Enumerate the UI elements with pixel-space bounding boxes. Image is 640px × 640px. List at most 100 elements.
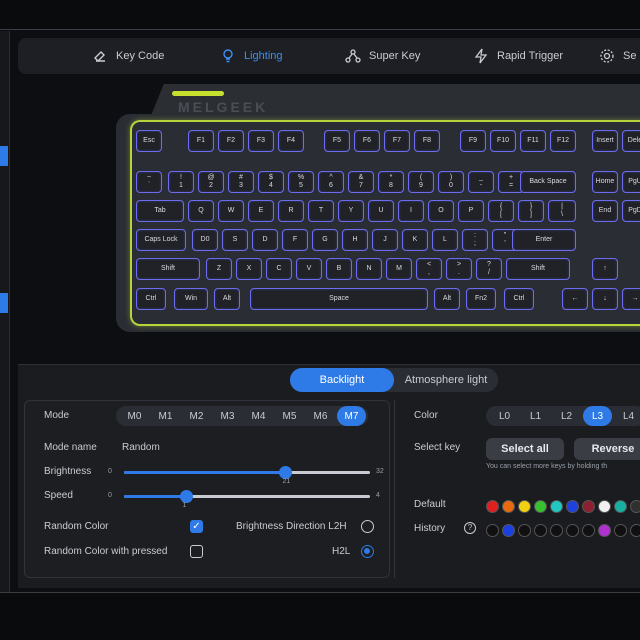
color-swatch[interactable] [614,524,627,537]
key[interactable]: ) 0 [438,171,464,193]
key[interactable]: F12 [550,130,576,152]
h2l-radio[interactable] [361,545,374,558]
key[interactable]: → [622,288,640,310]
key[interactable]: {[ [488,200,514,222]
key[interactable]: G [312,229,338,251]
color-swatch[interactable] [502,500,515,513]
nav-item-rapid-trigger[interactable]: Rapid Trigger [473,38,563,74]
key[interactable]: Back Space [520,171,576,193]
key[interactable]: @2 [198,171,224,193]
color-swatch[interactable] [598,524,611,537]
color-layer-l2[interactable]: L2 [552,406,581,426]
key[interactable]: U [368,200,394,222]
mode-option-m1[interactable]: M1 [151,406,180,426]
key[interactable]: ! 1 [168,171,194,193]
color-swatch[interactable] [630,500,640,513]
color-layer-l0[interactable]: L0 [490,406,519,426]
key[interactable]: D0 [192,229,218,251]
brightness-direction-radio[interactable] [361,520,374,533]
nav-item-key-code[interactable]: Key Code [92,38,164,74]
key[interactable]: W [218,200,244,222]
key[interactable]: S [222,229,248,251]
color-swatch[interactable] [518,524,531,537]
tab-backlight[interactable]: Backlight [290,368,394,392]
key[interactable]: ^ 6 [318,171,344,193]
key[interactable]: J [372,229,398,251]
random-color-pressed-checkbox[interactable] [190,545,203,558]
color-swatch[interactable] [486,524,499,537]
key[interactable]: Enter [512,229,576,251]
color-layer-l1[interactable]: L1 [521,406,550,426]
key[interactable]: E [248,200,274,222]
key[interactable]: Shift [136,258,200,280]
key[interactable]: End [592,200,618,222]
color-swatch[interactable] [582,524,595,537]
key[interactable]: _ - [468,171,494,193]
key[interactable]: Home [592,171,618,193]
color-layer-l4[interactable]: L4 [614,406,640,426]
key[interactable]: PgU [622,171,640,193]
key[interactable]: Esc [136,130,162,152]
key[interactable]: F6 [354,130,380,152]
mode-option-m3[interactable]: M3 [213,406,242,426]
key[interactable]: Q [188,200,214,222]
color-swatch[interactable] [534,500,547,513]
key[interactable]: L [432,229,458,251]
nav-item-lighting[interactable]: Lighting [220,38,283,74]
nav-item-settings[interactable]: Se [599,38,636,74]
key[interactable]: T [308,200,334,222]
mode-option-m2[interactable]: M2 [182,406,211,426]
key[interactable]: ? / [476,258,502,280]
key[interactable]: V [296,258,322,280]
key[interactable]: Win [174,288,208,310]
key[interactable]: Insert [592,130,618,152]
key[interactable]: ↑ [592,258,618,280]
key[interactable]: F11 [520,130,546,152]
mode-option-m0[interactable]: M0 [120,406,149,426]
key[interactable]: R [278,200,304,222]
key[interactable]: Fn2 [466,288,496,310]
key[interactable]: O [428,200,454,222]
key[interactable]: F9 [460,130,486,152]
key[interactable]: D [252,229,278,251]
select-all-button[interactable]: Select all [486,438,564,460]
mode-option-m6[interactable]: M6 [306,406,335,426]
key[interactable]: ~ ` [136,171,162,193]
key[interactable]: <, [416,258,442,280]
key[interactable]: F5 [324,130,350,152]
key[interactable]: F3 [248,130,274,152]
key[interactable]: N [356,258,382,280]
key[interactable]: Ctrl [504,288,534,310]
key[interactable]: (9 [408,171,434,193]
key[interactable]: ← [562,288,588,310]
rail-indicator[interactable] [0,146,8,166]
color-swatch[interactable] [534,524,547,537]
key[interactable]: | \ [548,200,576,222]
key[interactable]: F7 [384,130,410,152]
key[interactable]: Shift [506,258,570,280]
color-layer-l3[interactable]: L3 [583,406,612,426]
color-swatch[interactable] [614,500,627,513]
key[interactable]: % 5 [288,171,314,193]
key[interactable]: P [458,200,484,222]
key[interactable]: K [402,229,428,251]
key[interactable]: ↓ [592,288,618,310]
key[interactable]: Dele [622,130,640,152]
color-swatch[interactable] [630,524,640,537]
mode-option-m7[interactable]: M7 [337,406,366,426]
key[interactable]: $4 [258,171,284,193]
key[interactable]: Caps Lock [136,229,186,251]
key[interactable]: }] [518,200,544,222]
key[interactable]: Tab [136,200,184,222]
key[interactable]: * 8 [378,171,404,193]
help-icon[interactable]: ? [464,522,476,534]
key[interactable]: Alt [214,288,240,310]
color-swatch[interactable] [598,500,611,513]
key[interactable]: >. [446,258,472,280]
color-swatch[interactable] [550,500,563,513]
mode-option-m5[interactable]: M5 [275,406,304,426]
color-swatch[interactable] [582,500,595,513]
key[interactable]: C [266,258,292,280]
color-swatch[interactable] [486,500,499,513]
key[interactable]: F2 [218,130,244,152]
